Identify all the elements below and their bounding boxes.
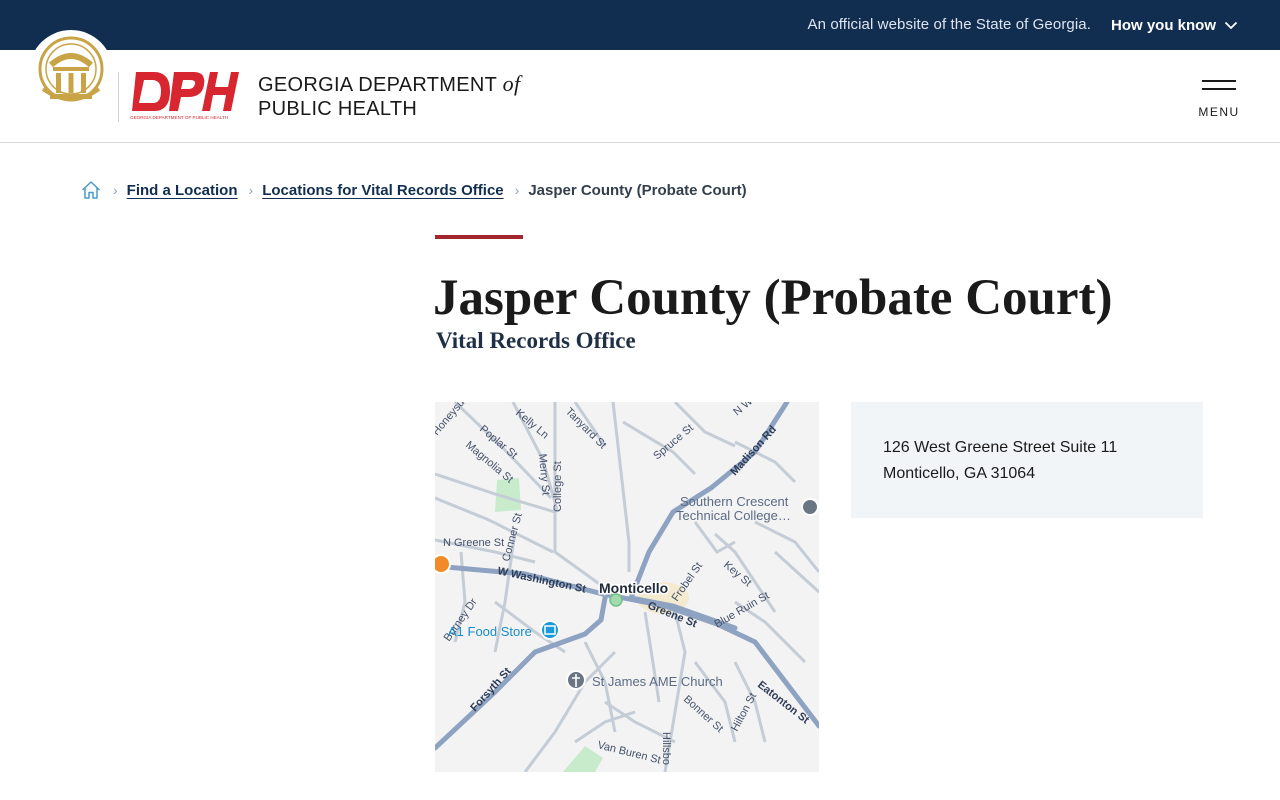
location-marker-icon[interactable]	[609, 593, 623, 607]
site-header: GEORGIA DEPARTMENT OF PUBLIC HEALTH GEOR…	[0, 30, 1280, 143]
school-icon	[801, 498, 819, 516]
georgia-seal-icon	[38, 36, 104, 102]
hamburger-icon	[1202, 80, 1236, 82]
map-street-label: Blue Ruin St	[713, 590, 772, 631]
breadcrumb-current: Jasper County (Probate Court)	[528, 181, 747, 199]
address-line2: Monticello, GA 31064	[883, 465, 1036, 482]
map-poi-label: A1 Food Store	[448, 624, 532, 639]
chevron-down-icon	[1224, 21, 1238, 30]
dph-logo-subtext: GEORGIA DEPARTMENT OF PUBLIC HEALTH	[130, 115, 228, 120]
map-poi-college[interactable]: Southern Crescent Technical College…	[676, 494, 819, 523]
page-title: Jasper County (Probate Court)	[433, 270, 1113, 326]
map-street-label: Forsyth St	[468, 665, 514, 714]
map-poi-food-store[interactable]: A1 Food Store	[448, 620, 560, 640]
chevron-right-icon: ›	[248, 182, 254, 198]
breadcrumb-find-a-location[interactable]: Find a Location	[127, 182, 238, 199]
gov-banner: An official website of the State of Geor…	[0, 0, 1280, 50]
map-street-label: Madison Rd	[728, 424, 779, 478]
home-icon[interactable]	[80, 179, 102, 201]
breadcrumb: › Find a Location › Locations for Vital …	[80, 178, 747, 202]
chevron-right-icon: ›	[113, 182, 118, 198]
restaurant-icon	[435, 554, 451, 574]
map-street-label: W Washington St	[496, 565, 587, 596]
map-poi-church[interactable]: St James AME Church	[566, 670, 723, 690]
map-street-label: Hilton St	[729, 691, 759, 733]
address-line1: 126 West Greene Street Suite 11	[883, 439, 1118, 456]
how-you-know-button[interactable]: How you know	[1111, 13, 1238, 37]
map-poi-label: Southern Crescent	[680, 494, 789, 509]
logo-divider	[118, 72, 119, 122]
map-poi-restaurant[interactable]	[435, 554, 451, 574]
page-subtitle: Vital Records Office	[436, 328, 636, 353]
map-street-label: Bonner St	[681, 693, 725, 735]
map-street-label: Tanyard St	[563, 406, 609, 452]
georgia-seal-link[interactable]	[29, 30, 113, 114]
map-street-label: Merry St	[536, 453, 552, 495]
menu-label: MENU	[1198, 105, 1240, 119]
how-you-know-label: How you know	[1111, 16, 1216, 34]
department-name-of: of	[502, 71, 521, 96]
department-name-line1: GEORGIA DEPARTMENT	[258, 74, 497, 96]
location-map[interactable]: Honeysuckle Kelly Ln Tanyard St N Wa Pop…	[435, 402, 819, 772]
hamburger-icon-bar	[1202, 88, 1236, 90]
title-accent-rule	[435, 235, 523, 239]
map-street-label: N Wa	[731, 402, 760, 418]
menu-button[interactable]: MENU	[1196, 78, 1242, 122]
map-street-label: College St	[552, 461, 564, 512]
breadcrumb-locations-vital-records[interactable]: Locations for Vital Records Office	[262, 182, 503, 199]
map-town-label: Monticello	[599, 580, 668, 596]
map-street-label: Hillsbo	[660, 732, 672, 765]
shopping-icon	[540, 620, 560, 640]
map-street-label: Van Buren St	[596, 739, 662, 766]
map-street-label: N Greene St	[443, 537, 504, 549]
department-name-line2: PUBLIC HEALTH	[258, 98, 418, 120]
dph-logo[interactable]: GEORGIA DEPARTMENT OF PUBLIC HEALTH	[130, 69, 242, 123]
map-poi-label: St James AME Church	[592, 674, 723, 689]
map-poi-label: Technical College…	[676, 508, 791, 523]
department-name[interactable]: GEORGIA DEPARTMENT of PUBLIC HEALTH	[258, 72, 520, 121]
address-card: 126 West Greene Street Suite 11 Monticel…	[851, 402, 1203, 518]
chevron-right-icon: ›	[514, 182, 520, 198]
official-website-text: An official website of the State of Geor…	[807, 16, 1091, 33]
